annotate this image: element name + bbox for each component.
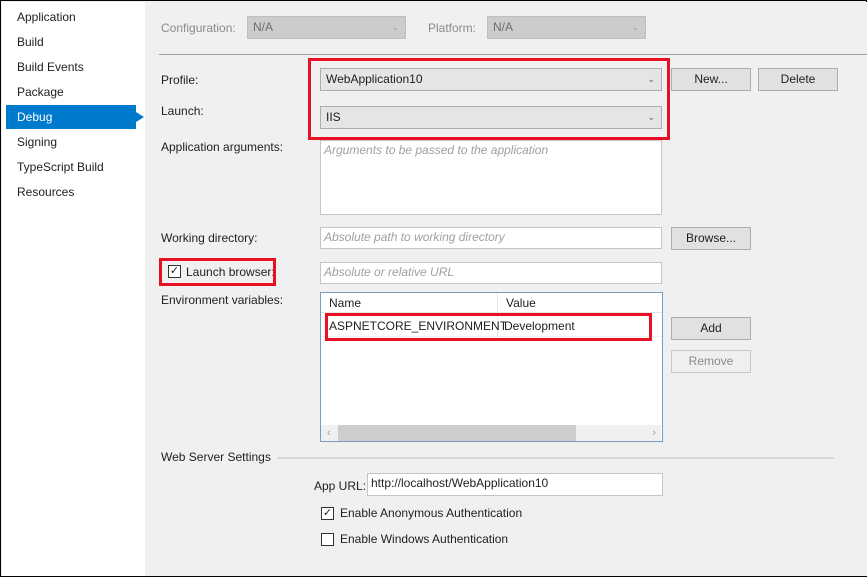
column-header-value[interactable]: Value <box>498 293 662 313</box>
platform-dropdown[interactable]: N/A ⌄ <box>487 16 646 39</box>
sidebar-item-resources[interactable]: Resources <box>6 180 136 204</box>
env-vars-label: Environment variables: <box>161 293 284 307</box>
sidebar-item-build-events[interactable]: Build Events <box>6 55 136 79</box>
app-args-textarea[interactable]: Arguments to be passed to the applicatio… <box>320 140 662 215</box>
launch-browser-url-input[interactable]: Absolute or relative URL <box>320 262 662 284</box>
chevron-down-icon: ⌄ <box>647 112 655 122</box>
anonymous-auth-label[interactable]: Enable Anonymous Authentication <box>340 506 522 520</box>
windows-auth-checkbox[interactable] <box>321 533 334 546</box>
env-vars-table[interactable]: Name Value ASPNETCORE_ENVIRONMENT Develo… <box>320 292 663 442</box>
web-server-settings-title: Web Server Settings <box>161 450 271 464</box>
sidebar-nav: Application Build Build Events Package D… <box>2 2 145 576</box>
launch-dropdown[interactable]: IIS ⌄ <box>320 106 662 129</box>
sidebar-item-signing[interactable]: Signing <box>6 130 136 154</box>
column-header-name[interactable]: Name <box>321 293 498 313</box>
header-divider <box>159 54 867 55</box>
configuration-label: Configuration: <box>161 21 236 35</box>
delete-profile-button[interactable]: Delete <box>758 68 838 91</box>
app-url-input[interactable]: http://localhost/WebApplication10 <box>367 473 663 496</box>
sidebar-item-debug[interactable]: Debug <box>6 105 144 129</box>
scrollbar-thumb[interactable] <box>338 425 576 441</box>
scroll-right-icon[interactable]: › <box>652 425 656 441</box>
app-args-label: Application arguments: <box>161 140 284 154</box>
check-icon: ✓ <box>322 507 333 519</box>
platform-value: N/A <box>493 20 514 34</box>
launch-browser-checkbox[interactable]: ✓ <box>168 265 181 278</box>
launch-label: Launch: <box>161 104 204 118</box>
platform-label: Platform: <box>428 21 477 35</box>
env-var-name[interactable]: ASPNETCORE_ENVIRONMENT <box>323 315 507 337</box>
configuration-value: N/A <box>253 20 274 34</box>
launch-value: IIS <box>326 110 341 124</box>
chevron-down-icon: ⌄ <box>391 22 399 32</box>
horizontal-scrollbar[interactable]: ‹ › <box>321 425 661 441</box>
windows-auth-label[interactable]: Enable Windows Authentication <box>340 532 508 546</box>
working-dir-label: Working directory: <box>161 231 258 245</box>
project-properties-window: Application Build Build Events Package D… <box>0 0 867 577</box>
check-icon: ✓ <box>169 265 180 277</box>
env-var-value[interactable]: Development <box>498 315 648 337</box>
profile-dropdown[interactable]: WebApplication10 ⌄ <box>320 68 662 91</box>
chevron-down-icon: ⌄ <box>631 22 639 32</box>
new-profile-button[interactable]: New... <box>671 68 751 91</box>
sidebar-item-typescript-build[interactable]: TypeScript Build <box>6 155 136 179</box>
working-dir-input[interactable]: Absolute path to working directory <box>320 227 662 249</box>
profile-value: WebApplication10 <box>326 72 423 86</box>
add-env-var-button[interactable]: Add <box>671 317 751 340</box>
sidebar-item-package[interactable]: Package <box>6 80 136 104</box>
configuration-dropdown[interactable]: N/A ⌄ <box>247 16 406 39</box>
sidebar-item-application[interactable]: Application <box>6 5 136 29</box>
anonymous-auth-checkbox[interactable]: ✓ <box>321 507 334 520</box>
launch-browser-label[interactable]: Launch browser: <box>186 265 275 279</box>
sidebar-item-build[interactable]: Build <box>6 30 136 54</box>
app-url-label: App URL: <box>314 479 367 493</box>
profile-label: Profile: <box>161 73 199 87</box>
debug-settings-panel: Configuration: N/A ⌄ Platform: N/A ⌄ Pro… <box>145 2 867 576</box>
browse-button[interactable]: Browse... <box>671 227 751 250</box>
table-row[interactable]: ASPNETCORE_ENVIRONMENT Development <box>321 315 662 337</box>
web-server-divider <box>277 457 834 459</box>
scroll-left-icon[interactable]: ‹ <box>327 425 331 441</box>
remove-env-var-button[interactable]: Remove <box>671 350 751 373</box>
chevron-down-icon: ⌄ <box>647 74 655 84</box>
